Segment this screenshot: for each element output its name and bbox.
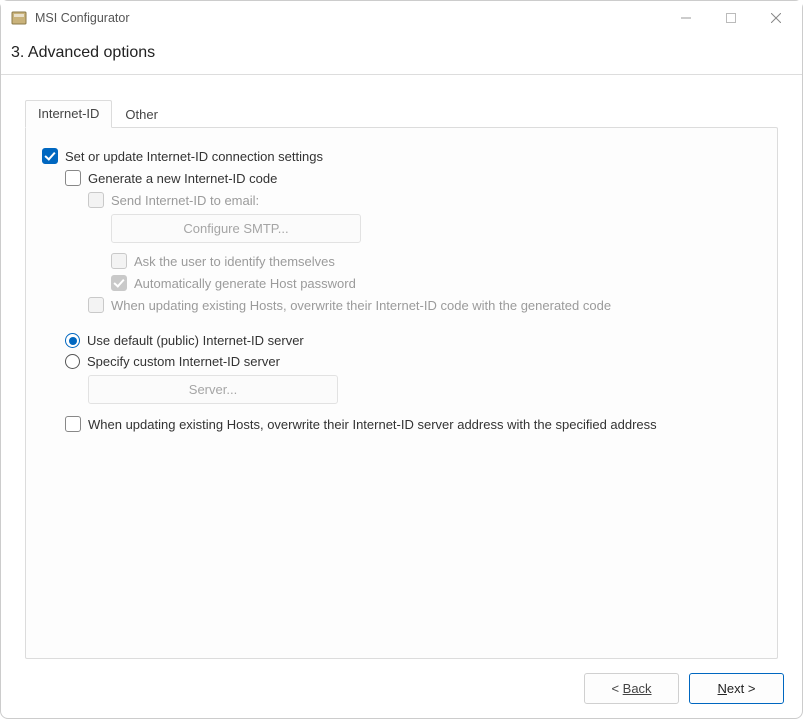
- tab-other[interactable]: Other: [112, 101, 171, 128]
- label-overwrite-code: When updating existing Hosts, overwrite …: [111, 298, 611, 313]
- next-button[interactable]: Next >: [689, 673, 784, 704]
- label-auto-host-pw: Automatically generate Host password: [134, 276, 356, 291]
- titlebar: MSI Configurator: [1, 1, 802, 34]
- button-server: Server...: [88, 375, 338, 404]
- content-area: Internet-ID Other Set or update Internet…: [1, 75, 802, 659]
- label-custom-server: Specify custom Internet-ID server: [87, 354, 280, 369]
- window-title: MSI Configurator: [35, 11, 663, 25]
- tab-internet-id[interactable]: Internet-ID: [25, 100, 112, 128]
- tab-label: Internet-ID: [38, 106, 99, 121]
- label-set-update: Set or update Internet-ID connection set…: [65, 149, 323, 164]
- tab-label: Other: [125, 107, 158, 122]
- button-label: < Back: [611, 681, 651, 696]
- radio-custom-server[interactable]: [65, 354, 80, 369]
- radio-default-server[interactable]: [65, 333, 80, 348]
- button-label: Configure SMTP...: [183, 221, 288, 236]
- close-button[interactable]: [753, 3, 798, 33]
- checkbox-set-update[interactable]: [42, 148, 58, 164]
- minimize-button[interactable]: [663, 3, 708, 33]
- label-ask-user: Ask the user to identify themselves: [134, 254, 335, 269]
- wizard-footer: < Back Next >: [1, 659, 802, 718]
- checkbox-ask-user: [111, 253, 127, 269]
- checkbox-auto-host-pw: [111, 275, 127, 291]
- back-button[interactable]: < Back: [584, 673, 679, 704]
- label-send-email: Send Internet-ID to email:: [111, 193, 259, 208]
- app-icon: [11, 10, 27, 26]
- button-configure-smtp: Configure SMTP...: [111, 214, 361, 243]
- tab-panel-internet-id: Set or update Internet-ID connection set…: [25, 127, 778, 659]
- label-overwrite-server: When updating existing Hosts, overwrite …: [88, 417, 657, 432]
- checkbox-overwrite-server[interactable]: [65, 416, 81, 432]
- button-label: Server...: [189, 382, 237, 397]
- button-label: Next >: [718, 681, 756, 696]
- checkbox-overwrite-code: [88, 297, 104, 313]
- checkbox-generate-new-code[interactable]: [65, 170, 81, 186]
- maximize-button[interactable]: [708, 3, 753, 33]
- window-controls: [663, 3, 798, 33]
- label-generate-new-code: Generate a new Internet-ID code: [88, 171, 277, 186]
- tab-row: Internet-ID Other: [25, 99, 778, 127]
- label-default-server: Use default (public) Internet-ID server: [87, 333, 304, 348]
- page-title: 3. Advanced options: [1, 34, 802, 72]
- checkbox-send-email: [88, 192, 104, 208]
